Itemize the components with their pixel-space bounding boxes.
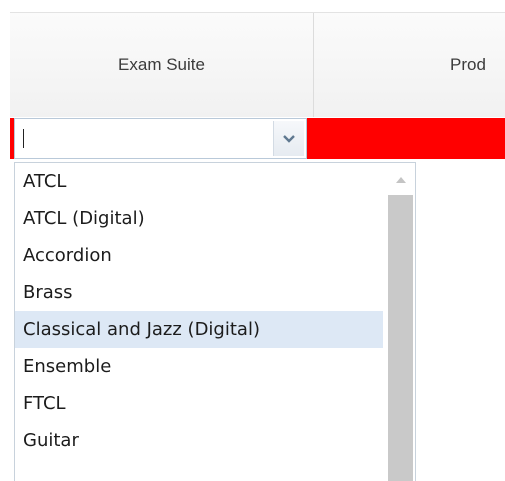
text-cursor xyxy=(23,129,24,148)
list-item-atcl-digital[interactable]: ATCL (Digital) xyxy=(15,200,383,237)
list-item-guitar[interactable]: Guitar xyxy=(15,422,383,459)
list-item-classical-and-jazz-digital[interactable]: Classical and Jazz (Digital) xyxy=(15,311,383,348)
list-item-atcl[interactable]: ATCL xyxy=(15,163,383,200)
dropdown-options: ATCL ATCL (Digital) Accordion Brass Clas… xyxy=(15,163,383,459)
list-item-ensemble[interactable]: Ensemble xyxy=(15,348,383,385)
column-header-prod-label: Prod xyxy=(450,55,486,74)
list-item-ftcl[interactable]: FTCL xyxy=(15,385,383,422)
grid-header: Exam Suite Prod xyxy=(10,12,505,117)
exam-suite-combobox[interactable] xyxy=(14,118,307,159)
chevron-down-icon xyxy=(283,134,295,143)
list-item-accordion[interactable]: Accordion xyxy=(15,237,383,274)
column-header-exam-suite-label: Exam Suite xyxy=(118,55,205,74)
column-header-prod[interactable]: Prod xyxy=(314,13,505,117)
combobox-dropdown-button[interactable] xyxy=(273,121,304,156)
scrollbar-thumb[interactable] xyxy=(388,195,413,481)
list-item-brass[interactable]: Brass xyxy=(15,274,383,311)
scroll-up-arrow-icon[interactable] xyxy=(389,169,413,191)
exam-suite-dropdown-list: ATCL ATCL (Digital) Accordion Brass Clas… xyxy=(14,162,416,481)
column-header-exam-suite[interactable]: Exam Suite xyxy=(10,13,314,117)
